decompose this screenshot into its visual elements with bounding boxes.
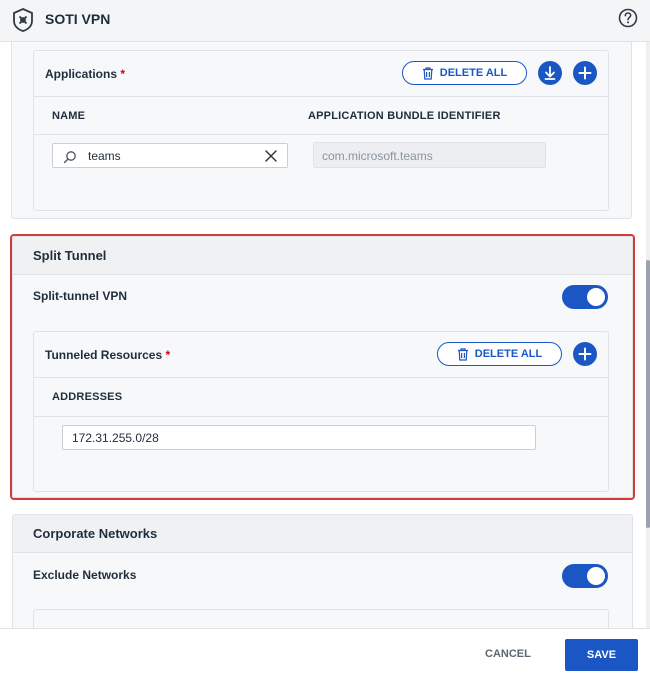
search-value: teams bbox=[88, 149, 121, 163]
soti-logo-icon bbox=[13, 8, 33, 32]
tunneled-resources-delete-all-button[interactable]: DELETE ALL bbox=[437, 342, 562, 366]
divider bbox=[34, 377, 608, 378]
search-icon bbox=[63, 151, 76, 164]
plus-icon bbox=[578, 66, 592, 80]
corporate-networks-title: Corporate Networks bbox=[33, 526, 158, 541]
tunneled-resources-label: Tunneled Resources * bbox=[45, 348, 171, 362]
split-tunnel-vpn-toggle[interactable] bbox=[562, 285, 608, 309]
scrollbar[interactable] bbox=[646, 42, 650, 628]
scrollbar-thumb[interactable] bbox=[646, 260, 650, 528]
dialog-title: SOTI VPN bbox=[45, 11, 111, 27]
applications-delete-all-button[interactable]: DELETE ALL bbox=[402, 61, 527, 85]
bundle-identifier-field: com.microsoft.teams bbox=[313, 142, 546, 168]
dialog-footer: CANCEL SAVE bbox=[0, 628, 650, 678]
save-button[interactable]: SAVE bbox=[565, 639, 638, 671]
help-icon[interactable] bbox=[618, 8, 638, 28]
column-header-bundle-identifier: APPLICATION BUNDLE IDENTIFIER bbox=[308, 110, 501, 122]
cancel-button[interactable]: CANCEL bbox=[485, 648, 531, 660]
address-value: 172.31.255.0/28 bbox=[72, 431, 159, 445]
column-header-name: NAME bbox=[52, 110, 86, 122]
applications-label: Applications * bbox=[45, 67, 126, 81]
import-applications-button[interactable] bbox=[538, 61, 562, 85]
trash-icon bbox=[457, 347, 468, 361]
trash-icon bbox=[422, 66, 433, 80]
toggle-knob bbox=[587, 288, 605, 306]
split-tunnel-vpn-label: Split-tunnel VPN bbox=[33, 289, 127, 303]
bundle-identifier-value: com.microsoft.teams bbox=[322, 149, 433, 163]
exclude-networks-toggle[interactable] bbox=[562, 564, 608, 588]
vpn-settings-content[interactable]: Applications * DELETE ALL NAME APPLICATI… bbox=[0, 42, 646, 628]
add-tunneled-resource-button[interactable] bbox=[573, 342, 597, 366]
exclude-networks-label: Exclude Networks bbox=[33, 568, 137, 582]
split-tunnel-title: Split Tunnel bbox=[33, 248, 107, 263]
close-icon[interactable] bbox=[265, 150, 277, 162]
divider bbox=[34, 96, 608, 97]
application-search-input[interactable]: teams bbox=[52, 143, 288, 168]
column-header-addresses: ADDRESSES bbox=[52, 391, 123, 403]
divider bbox=[34, 416, 608, 417]
add-application-button[interactable] bbox=[573, 61, 597, 85]
toggle-knob bbox=[587, 567, 605, 585]
dialog-header: SOTI VPN bbox=[0, 0, 650, 42]
excluded-networks-card bbox=[33, 609, 609, 628]
address-input[interactable]: 172.31.255.0/28 bbox=[62, 425, 536, 450]
download-icon bbox=[544, 66, 556, 80]
plus-icon bbox=[578, 347, 592, 361]
divider bbox=[34, 134, 608, 135]
